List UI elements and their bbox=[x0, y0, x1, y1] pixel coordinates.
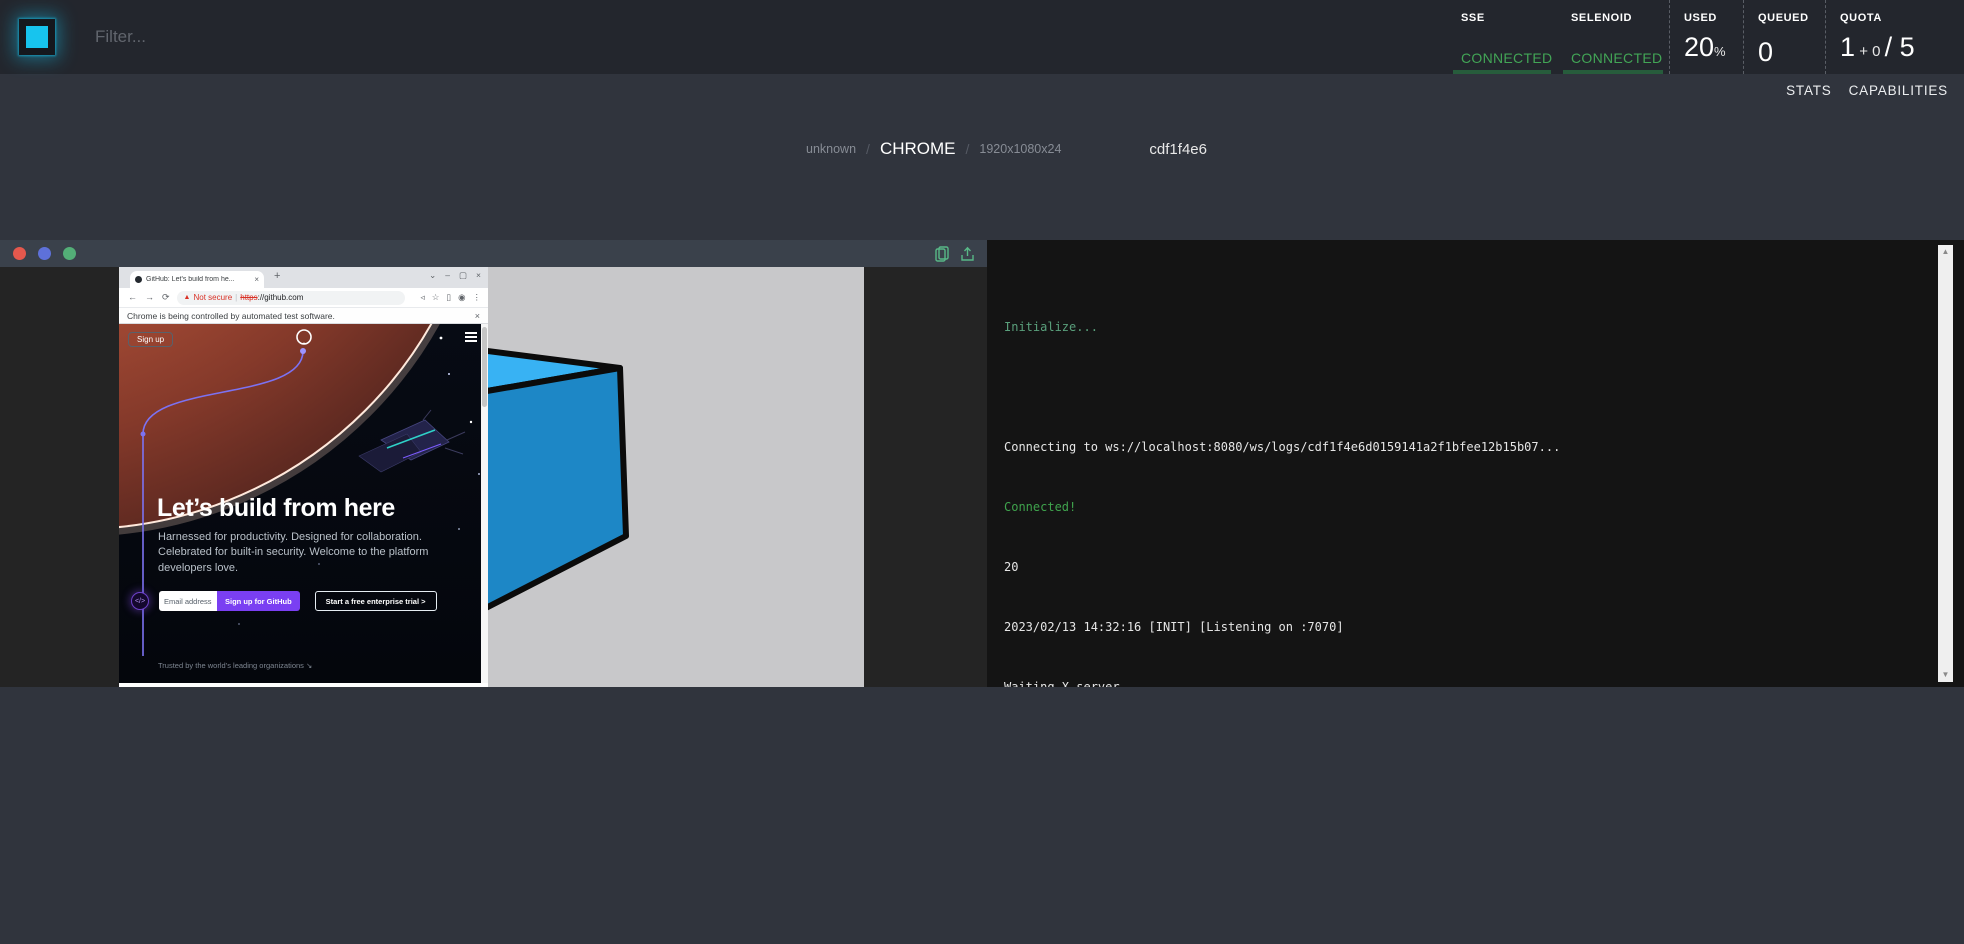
reload-icon[interactable]: ⟳ bbox=[162, 292, 170, 303]
chrome-browser-window: GitHub: Let’s build from he... × + ⌄ – ▢… bbox=[119, 267, 488, 687]
nav-buttons: ← → ⟳ bbox=[128, 292, 170, 303]
automation-infobar: Chrome is being controlled by automated … bbox=[119, 308, 488, 324]
browser-window-controls: ⌄ – ▢ × bbox=[429, 270, 481, 281]
status-value: 0 bbox=[1758, 38, 1811, 66]
tab-close-icon[interactable]: × bbox=[254, 275, 259, 284]
session-log-panel: Initialize... Connecting to ws://localho… bbox=[987, 240, 1964, 687]
bookmark-star-icon[interactable]: ☆ bbox=[432, 292, 440, 303]
new-tab-button[interactable]: + bbox=[274, 270, 280, 282]
status-label: SSE bbox=[1461, 12, 1543, 24]
not-secure-label: Not secure bbox=[193, 293, 232, 302]
browser-toolbar: ← → ⟳ ▲ Not secure | https ://github.com bbox=[119, 288, 488, 308]
separator: / bbox=[966, 141, 970, 157]
status-group: SSE CONNECTED SELENOID CONNECTED USED 20… bbox=[1447, 0, 1964, 74]
scroll-down-icon[interactable]: ▼ bbox=[1938, 668, 1953, 682]
back-icon[interactable]: ← bbox=[128, 292, 137, 303]
vnc-window: GitHub: Let’s build from he... × + ⌄ – ▢… bbox=[0, 240, 987, 687]
code-chip-icon: </> bbox=[131, 592, 149, 610]
session-id: cdf1f4e6 bbox=[1149, 141, 1207, 158]
menu-dots-icon[interactable]: ⋮ bbox=[473, 292, 482, 303]
session-version: unknown bbox=[806, 142, 856, 156]
close-window-button[interactable] bbox=[13, 247, 26, 260]
signup-for-github-button[interactable]: Sign up for GitHub bbox=[217, 591, 300, 611]
status-quota: QUOTA 1 + 0 / 5 bbox=[1825, 0, 1964, 74]
tab-stats[interactable]: STATS bbox=[1786, 83, 1832, 98]
browser-tabstrip: GitHub: Let’s build from he... × + ⌄ – ▢… bbox=[119, 267, 488, 288]
profile-avatar-icon[interactable]: ◉ bbox=[458, 292, 465, 303]
status-value: 20% bbox=[1684, 33, 1729, 66]
log-line: Waiting X server... bbox=[1004, 680, 1919, 687]
email-field[interactable] bbox=[159, 591, 217, 611]
status-label: QUEUED bbox=[1758, 12, 1811, 24]
log-line: Initialize... bbox=[1004, 320, 1919, 335]
github-signup-form: Sign up for GitHub Start a free enterpri… bbox=[159, 591, 437, 611]
github-headline: Let’s build from here bbox=[157, 494, 395, 523]
session-resolution: 1920x1080x24 bbox=[979, 142, 1061, 156]
tab-capabilities[interactable]: CAPABILITIES bbox=[1849, 83, 1948, 98]
status-value: CONNECTED bbox=[1571, 50, 1655, 66]
maximize-icon[interactable]: ▢ bbox=[459, 270, 467, 281]
app-logo-icon[interactable] bbox=[19, 19, 55, 55]
forward-icon[interactable]: → bbox=[145, 292, 154, 303]
log-line: 20 bbox=[1004, 560, 1919, 575]
status-sse: SSE CONNECTED bbox=[1447, 0, 1557, 74]
filter-input[interactable] bbox=[95, 27, 515, 47]
session-browser: CHROME bbox=[880, 139, 956, 159]
scrollbar-thumb[interactable] bbox=[482, 327, 487, 407]
trusted-organizations-text: Trusted by the world’s leading organizat… bbox=[158, 661, 312, 670]
url-text: ://github.com bbox=[258, 293, 304, 302]
status-value: CONNECTED bbox=[1461, 50, 1543, 66]
hamburger-menu-icon[interactable] bbox=[465, 332, 477, 344]
selenoid-ui-app: SSE CONNECTED SELENOID CONNECTED USED 20… bbox=[0, 0, 1964, 944]
status-label: USED bbox=[1684, 12, 1729, 24]
divider: | bbox=[235, 293, 237, 302]
status-label: QUOTA bbox=[1840, 12, 1950, 24]
minimize-window-button[interactable] bbox=[38, 247, 51, 260]
session-row[interactable]: unknown / CHROME / 1920x1080x24 cdf1f4e6 bbox=[806, 133, 1207, 165]
github-octocat-icon[interactable] bbox=[295, 328, 313, 346]
log-line bbox=[1004, 380, 1919, 395]
view-tabs: STATS CAPABILITIES bbox=[1786, 74, 1948, 106]
topbar: SSE CONNECTED SELENOID CONNECTED USED 20… bbox=[0, 0, 1964, 74]
clipboard-icon[interactable] bbox=[935, 246, 949, 262]
window-traffic-lights bbox=[13, 247, 76, 260]
address-bar[interactable]: ▲ Not secure | https ://github.com bbox=[177, 291, 405, 305]
github-signup-button[interactable]: Sign up bbox=[128, 332, 173, 347]
close-icon[interactable]: × bbox=[476, 270, 481, 281]
tab-title: GitHub: Let’s build from he... bbox=[146, 276, 251, 283]
github-tagline: Harnessed for productivity. Designed for… bbox=[158, 530, 440, 576]
log-scrollbar[interactable]: ▲ ▼ bbox=[1938, 245, 1953, 682]
github-favicon bbox=[135, 276, 142, 283]
status-queued: QUEUED 0 bbox=[1743, 0, 1825, 74]
toolbar-icons: ◃ ☆ ▯ ◉ ⋮ bbox=[420, 292, 481, 303]
scroll-up-icon[interactable]: ▲ bbox=[1938, 245, 1953, 259]
side-panel-icon[interactable]: ▯ bbox=[446, 292, 451, 303]
share-icon[interactable]: ◃ bbox=[420, 292, 424, 303]
vnc-canvas: GitHub: Let’s build from he... × + ⌄ – ▢… bbox=[0, 267, 987, 687]
minimize-icon[interactable]: – bbox=[445, 270, 450, 281]
browser-scrollbar[interactable] bbox=[481, 324, 488, 683]
status-value: 1 + 0 / 5 bbox=[1840, 33, 1950, 66]
log-line: 2023/02/13 14:32:16 [INIT] [Listening on… bbox=[1004, 620, 1919, 635]
status-label: SELENOID bbox=[1571, 12, 1655, 24]
status-used: USED 20% bbox=[1669, 0, 1743, 74]
tab-search-icon[interactable]: ⌄ bbox=[429, 270, 436, 281]
vnc-actions bbox=[935, 246, 975, 262]
warning-icon: ▲ bbox=[184, 294, 191, 301]
browser-tab[interactable]: GitHub: Let’s build from he... × bbox=[130, 271, 264, 288]
remote-screen[interactable]: GitHub: Let’s build from he... × + ⌄ – ▢… bbox=[119, 267, 864, 687]
url-scheme: https bbox=[240, 293, 257, 302]
infobar-text: Chrome is being controlled by automated … bbox=[127, 311, 335, 321]
status-selenoid: SELENOID CONNECTED bbox=[1557, 0, 1669, 74]
infobar-close-icon[interactable]: × bbox=[475, 311, 480, 321]
github-page: Sign up Let’s build from here Harnessed … bbox=[119, 324, 488, 683]
fullscreen-window-button[interactable] bbox=[63, 247, 76, 260]
separator: / bbox=[866, 141, 870, 157]
percent-unit: % bbox=[1714, 44, 1726, 59]
upload-icon[interactable] bbox=[960, 246, 975, 262]
log-line: Connected! bbox=[1004, 500, 1919, 515]
vnc-window-header bbox=[0, 240, 987, 267]
log-line: Connecting to ws://localhost:8080/ws/log… bbox=[1004, 440, 1919, 455]
enterprise-trial-button[interactable]: Start a free enterprise trial > bbox=[315, 591, 437, 611]
